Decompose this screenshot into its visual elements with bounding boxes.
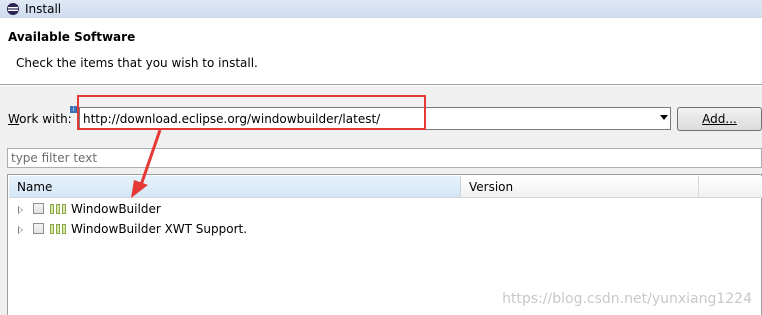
tree-row[interactable]: WindowBuilder XWT Support. [9, 220, 762, 240]
column-header-version[interactable]: Version [461, 176, 699, 198]
row-checkbox[interactable] [33, 203, 44, 214]
window-title: Install [25, 2, 62, 16]
column-header-filler [699, 176, 762, 198]
watermark-text: https://blog.csdn.net/yunxiang1224 [502, 291, 752, 307]
row-checkbox[interactable] [33, 223, 44, 234]
page-title: Available Software [8, 30, 136, 44]
add-button[interactable]: Add... [677, 107, 762, 131]
title-bar: Install [0, 0, 762, 18]
tree-header: Name Version [9, 176, 762, 198]
tree-row[interactable]: WindowBuilder [9, 200, 762, 220]
row-label: WindowBuilder XWT Support. [71, 222, 248, 236]
divider-highlight [0, 85, 762, 86]
annotation-highlight-box [77, 95, 426, 130]
wizard-header: Available Software Check the items that … [0, 18, 762, 84]
row-label: WindowBuilder [71, 202, 161, 216]
chevron-down-icon[interactable] [660, 115, 668, 120]
page-description: Check the items that you wish to install… [16, 56, 258, 70]
info-icon: i [70, 106, 77, 113]
work-with-label: Work with: [8, 112, 72, 126]
feature-group-icon [50, 204, 66, 214]
filter-field[interactable] [7, 148, 762, 168]
eclipse-icon [7, 3, 19, 15]
filter-input[interactable] [11, 150, 751, 166]
column-header-name[interactable]: Name [9, 176, 461, 198]
expand-arrow-icon[interactable] [18, 206, 23, 214]
expand-arrow-icon[interactable] [18, 226, 23, 234]
feature-group-icon [50, 224, 66, 234]
